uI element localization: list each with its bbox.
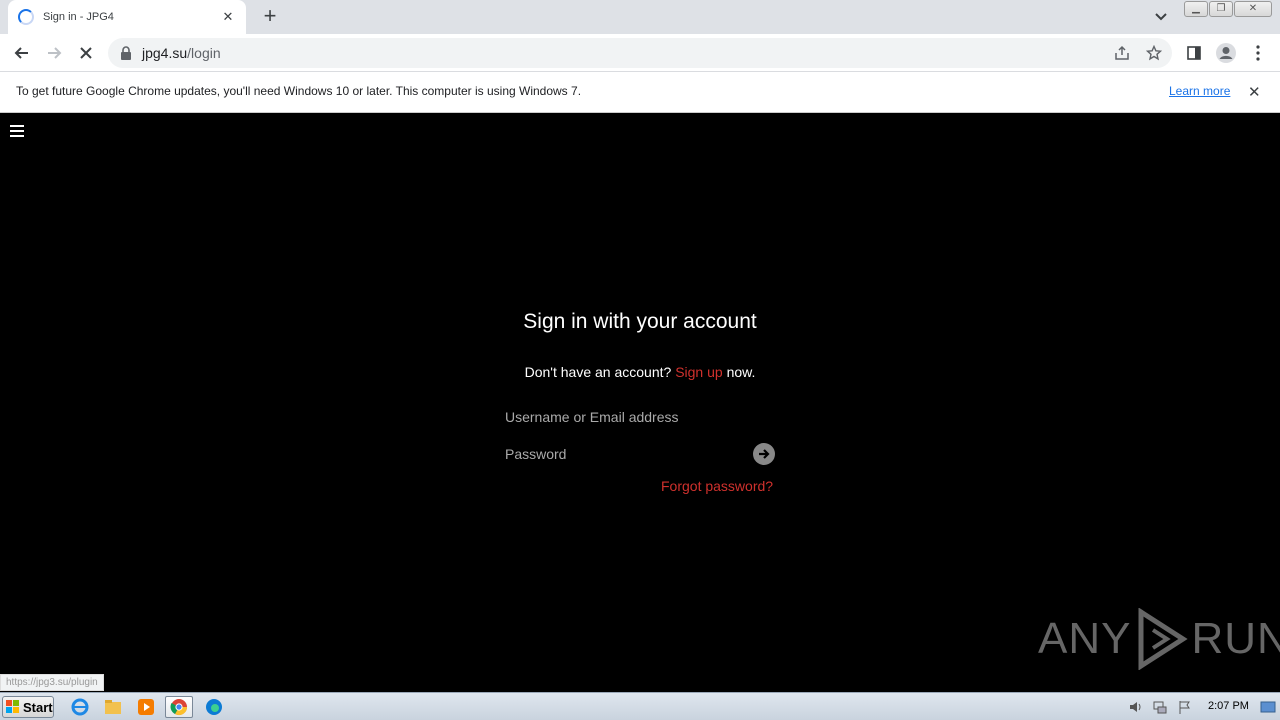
windows-logo-icon [6,700,19,713]
bookmark-button[interactable] [1142,41,1166,65]
hamburger-menu-icon[interactable] [10,125,24,137]
folder-icon [105,700,121,714]
signup-prefix: Don't have an account? [524,364,672,380]
status-bar-url: https://jpg3.su/plugin [0,674,104,691]
new-tab-button[interactable]: + [258,5,282,29]
infobar-message: To get future Google Chrome updates, you… [16,84,582,98]
media-player-icon [138,699,154,715]
browser-tab[interactable]: Sign in - JPG4 ✕ [8,0,246,34]
side-panel-button[interactable] [1182,41,1206,65]
taskbar-clock[interactable]: 2:07 PM [1208,700,1249,712]
stop-x-icon [80,47,92,59]
kebab-menu-icon [1256,45,1260,61]
profile-avatar-icon [1216,43,1236,63]
start-button[interactable]: Start [2,696,54,718]
taskbar-chrome[interactable] [165,696,193,718]
signup-suffix: now. [726,364,756,380]
chrome-icon [170,699,188,716]
learn-more-link[interactable]: Learn more [1169,84,1230,98]
url-host: jpg4.su [142,45,188,61]
address-bar[interactable]: jpg4.su/login [108,38,1172,68]
username-input[interactable] [505,406,775,428]
tab-close-icon[interactable]: ✕ [220,9,236,25]
back-button[interactable] [10,41,34,65]
play-logo-icon [1138,608,1189,670]
lock-icon[interactable] [120,46,132,60]
profile-button[interactable] [1214,41,1238,65]
minimize-button[interactable]: ▁ [1184,1,1208,17]
login-title: Sign in with your account [523,310,757,333]
loading-spinner-icon [18,9,34,25]
infobar-close-icon[interactable]: ✕ [1248,83,1261,101]
edge-icon [206,699,222,715]
forgot-password-link[interactable]: Forgot password? [661,478,773,494]
menu-button[interactable] [1246,41,1270,65]
taskbar-ie[interactable] [66,696,94,718]
star-icon [1146,45,1162,61]
signup-link[interactable]: Sign up [675,364,722,380]
watermark-right: RUN [1191,614,1280,663]
anyrun-watermark: ANY RUN [1038,608,1280,670]
tab-search-chevron-icon[interactable] [1152,8,1170,26]
watermark-left: ANY [1038,614,1132,663]
share-icon [1115,45,1129,60]
taskbar-media-player[interactable] [132,696,160,718]
password-input[interactable] [505,443,745,465]
screen: Sign in - JPG4 ✕ + ▁ ❐ ✕ jpg4.su/login T… [0,0,1280,720]
arrow-right-icon [759,449,770,459]
forward-button[interactable] [42,41,66,65]
tab-title: Sign in - JPG4 [43,11,114,23]
taskbar-edge[interactable] [200,696,228,718]
back-arrow-icon [14,47,28,59]
taskbar-explorer[interactable] [99,696,127,718]
submit-button[interactable] [753,443,775,465]
side-panel-icon [1187,46,1201,60]
url-path: /login [187,45,221,61]
network-icon[interactable] [1152,699,1168,715]
show-desktop-icon[interactable] [1260,699,1276,715]
update-infobar: To get future Google Chrome updates, you… [0,72,1280,113]
close-window-button[interactable]: ✕ [1234,1,1272,17]
start-label: Start [23,699,53,715]
restore-button[interactable]: ❐ [1209,1,1233,17]
internet-explorer-icon [71,698,89,716]
windows-taskbar: Start 2:07 PM [0,692,1280,720]
signup-prompt: Don't have an account? Sign up now. [0,364,1280,380]
forward-arrow-icon [48,47,62,59]
tab-strip: Sign in - JPG4 ✕ + ▁ ❐ ✕ [0,0,1280,34]
browser-toolbar: jpg4.su/login [0,34,1280,72]
volume-icon[interactable] [1128,699,1144,715]
action-center-flag-icon[interactable] [1177,699,1193,715]
stop-button[interactable] [74,41,98,65]
share-button[interactable] [1110,41,1134,65]
page-content: Sign in with your account Don't have an … [0,113,1280,691]
